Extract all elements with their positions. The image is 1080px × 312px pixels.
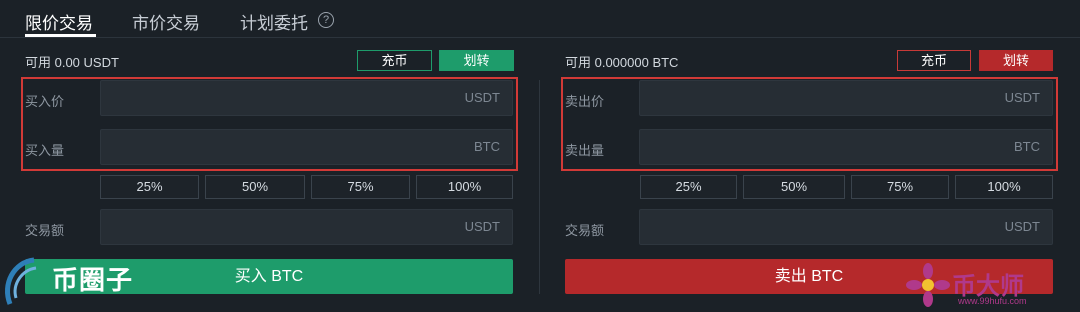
buy-percent-50[interactable]: 50%: [205, 175, 305, 199]
sell-deposit-button[interactable]: 充币: [897, 50, 971, 71]
buy-total-input[interactable]: USDT: [100, 209, 513, 245]
watermark-flower-icon: [906, 263, 950, 307]
buy-transfer-button[interactable]: 划转: [439, 50, 514, 71]
buy-price-input[interactable]: USDT: [100, 80, 513, 116]
buy-percent-100[interactable]: 100%: [416, 175, 513, 199]
sell-transfer-button[interactable]: 划转: [979, 50, 1053, 71]
tab-market-order[interactable]: 市价交易: [132, 9, 200, 34]
sell-amount-label: 卖出量: [565, 143, 605, 158]
buy-amount-label: 买入量: [25, 143, 65, 158]
buy-price-label: 买入价: [25, 94, 65, 109]
sell-amount-input[interactable]: BTC: [639, 129, 1053, 165]
sell-percent-50[interactable]: 50%: [743, 175, 845, 199]
sell-percent-25[interactable]: 25%: [640, 175, 737, 199]
order-type-tabs: 限价交易 市价交易 计划委托 ?: [0, 0, 1080, 38]
sell-price-input[interactable]: USDT: [639, 80, 1053, 116]
buy-total-label: 交易额: [25, 223, 65, 238]
buy-amount-input[interactable]: BTC: [100, 129, 513, 165]
tab-plan-order[interactable]: 计划委托: [240, 9, 308, 34]
buy-percent-25[interactable]: 25%: [100, 175, 199, 199]
tab-limit-order[interactable]: 限价交易: [25, 9, 93, 34]
buy-percent-75[interactable]: 75%: [311, 175, 410, 199]
sell-percent-75[interactable]: 75%: [851, 175, 949, 199]
watermark-left-text: 币圈子: [52, 265, 134, 295]
active-tab-indicator: [25, 34, 96, 37]
question-circle-icon[interactable]: ?: [318, 12, 334, 28]
sell-price-label: 卖出价: [565, 94, 605, 109]
buy-available-balance: 可用 0.00 USDT: [25, 55, 119, 70]
buy-deposit-button[interactable]: 充币: [357, 50, 432, 71]
watermark-right-url: www.99hufu.com: [958, 296, 1027, 306]
sell-available-balance: 可用 0.000000 BTC: [565, 55, 679, 70]
sell-percent-100[interactable]: 100%: [955, 175, 1053, 199]
sell-total-label: 交易额: [565, 223, 605, 238]
sell-total-input[interactable]: USDT: [639, 209, 1053, 245]
